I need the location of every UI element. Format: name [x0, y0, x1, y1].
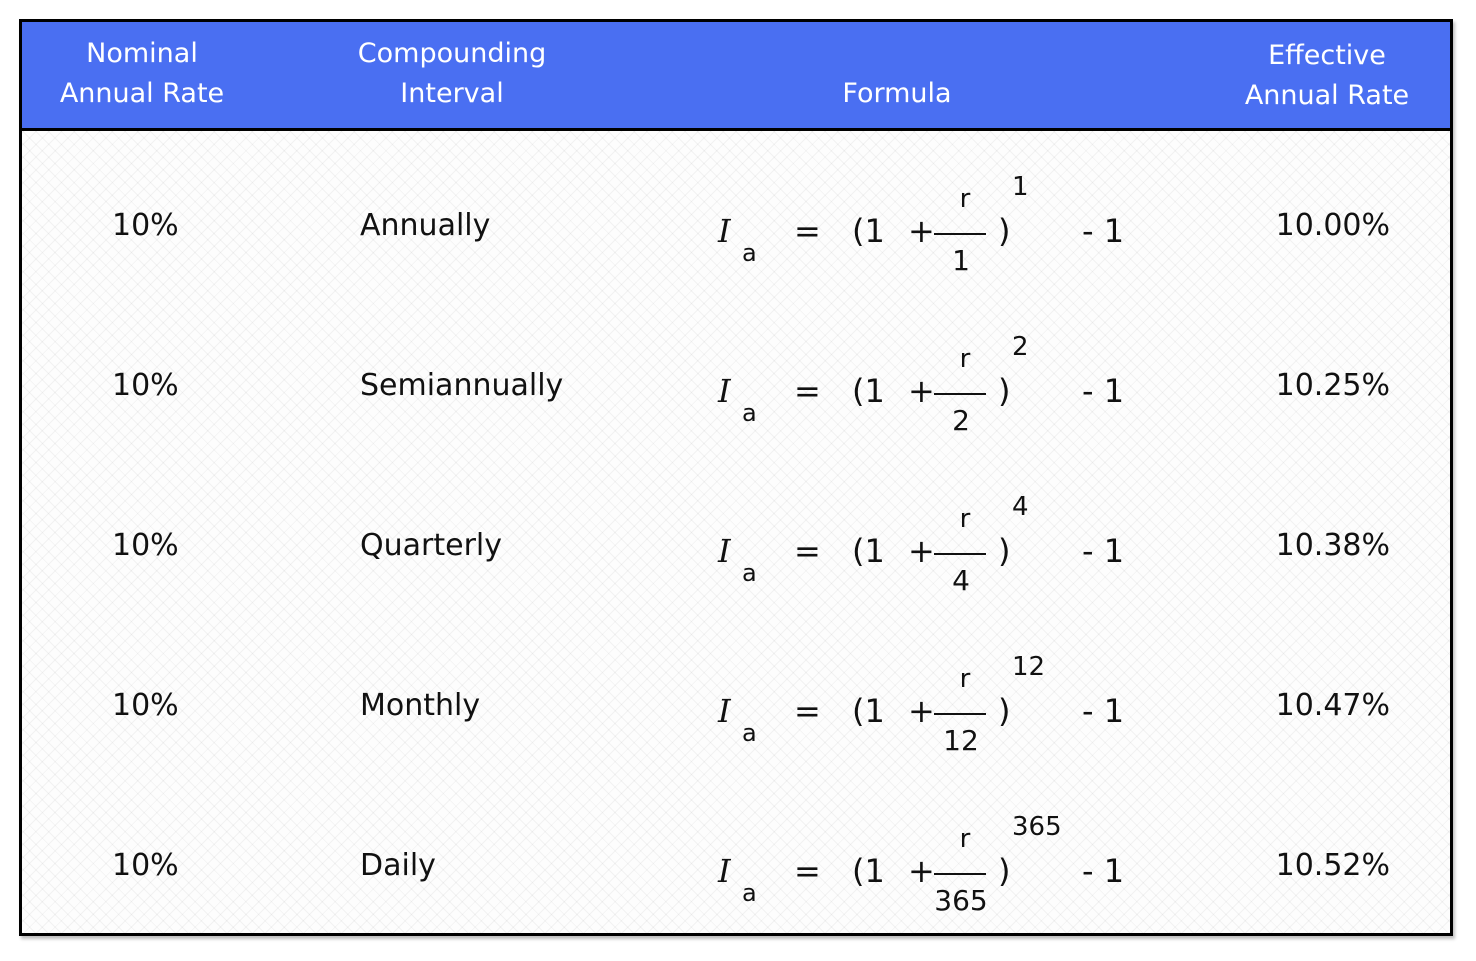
formula-denominator: 2: [952, 404, 970, 437]
header-text: Annual Rate: [59, 78, 225, 109]
formula-lhs: I: [718, 692, 731, 730]
compounding-table: Nominal Annual Rate Compounding Interval…: [19, 19, 1453, 936]
effective-rate: 10.52%: [1275, 848, 1390, 883]
formula-numerator: r: [959, 184, 971, 214]
formula-lhs-subscript: a: [742, 559, 757, 587]
compounding-interval: Semiannually: [360, 368, 564, 403]
header-formula: Formula: [782, 74, 1012, 114]
formula-open-paren: (1: [852, 532, 885, 570]
header-text: Annual Rate: [1244, 80, 1410, 111]
formula-close-paren: ): [998, 372, 1011, 410]
header-effective-rate: Effective Annual Rate: [1212, 36, 1442, 116]
formula-numerator: r: [959, 824, 971, 854]
formula-lhs-subscript: a: [742, 239, 757, 267]
formula-equals: =: [794, 372, 821, 410]
formula-denominator: 365: [934, 884, 988, 917]
header-compounding-interval: Compounding Interval: [342, 34, 562, 114]
formula-lhs-subscript: a: [742, 879, 757, 907]
formula-exponent: 12: [1012, 652, 1046, 682]
formula-exponent: 2: [1012, 332, 1029, 362]
formula-minus-one: - 1: [1082, 212, 1125, 250]
formula: I a = (1 + r 4 ) 4 - 1: [712, 473, 1152, 633]
nominal-rate: 10%: [112, 848, 179, 883]
formula-exponent: 365: [1012, 812, 1062, 842]
table-header: Nominal Annual Rate Compounding Interval…: [22, 22, 1450, 131]
header-text: Effective: [1268, 40, 1386, 71]
nominal-rate: 10%: [112, 208, 179, 243]
formula: I a = (1 + r 2 ) 2 - 1: [712, 313, 1152, 473]
effective-rate: 10.25%: [1275, 368, 1390, 403]
compounding-interval: Daily: [360, 848, 436, 883]
formula-numerator: r: [959, 664, 971, 694]
formula-exponent: 1: [1012, 172, 1029, 202]
nominal-rate: 10%: [112, 368, 179, 403]
header-text: Formula: [842, 78, 952, 109]
formula-close-paren: ): [998, 532, 1011, 570]
formula-lhs-subscript: a: [742, 399, 757, 427]
nominal-rate: 10%: [112, 688, 179, 723]
table-row: 10% Monthly I a = (1 + r 12 ) 12 - 1 10.…: [22, 633, 1450, 793]
effective-rate: 10.38%: [1275, 528, 1390, 563]
header-text: Interval: [400, 78, 504, 109]
header-text: Compounding: [357, 38, 547, 69]
formula-open-paren: (1: [852, 372, 885, 410]
formula-open-paren: (1: [852, 212, 885, 250]
formula-lhs: I: [718, 372, 731, 410]
formula-equals: =: [794, 852, 821, 890]
table-row: 10% Semiannually I a = (1 + r 2 ) 2 - 1 …: [22, 313, 1450, 473]
formula-close-paren: ): [998, 692, 1011, 730]
effective-rate: 10.47%: [1275, 688, 1390, 723]
formula-minus-one: - 1: [1082, 692, 1125, 730]
header-nominal-rate: Nominal Annual Rate: [22, 34, 262, 114]
compounding-interval: Annually: [360, 208, 491, 243]
fraction-bar: [934, 233, 986, 235]
formula-numerator: r: [959, 504, 971, 534]
formula-equals: =: [794, 532, 821, 570]
formula-open-paren: (1: [852, 692, 885, 730]
formula-exponent: 4: [1012, 492, 1029, 522]
formula-equals: =: [794, 692, 821, 730]
formula-lhs-subscript: a: [742, 719, 757, 747]
formula-minus-one: - 1: [1082, 372, 1125, 410]
compounding-interval: Monthly: [360, 688, 481, 723]
formula: I a = (1 + r 1 ) 1 - 1: [712, 153, 1152, 313]
formula-lhs: I: [718, 212, 731, 250]
formula-lhs: I: [718, 532, 731, 570]
formula-open-paren: (1: [852, 852, 885, 890]
effective-rate: 10.00%: [1275, 208, 1390, 243]
table-row: 10% Quarterly I a = (1 + r 4 ) 4 - 1 10.…: [22, 473, 1450, 633]
fraction-bar: [934, 393, 986, 395]
formula-minus-one: - 1: [1082, 852, 1125, 890]
formula-close-paren: ): [998, 212, 1011, 250]
formula: I a = (1 + r 365 ) 365 - 1: [712, 793, 1152, 953]
compounding-interval: Quarterly: [360, 528, 502, 563]
formula-close-paren: ): [998, 852, 1011, 890]
formula-equals: =: [794, 212, 821, 250]
formula-denominator: 12: [943, 724, 979, 757]
formula-numerator: r: [959, 344, 971, 374]
header-text: Nominal: [86, 38, 198, 69]
formula: I a = (1 + r 12 ) 12 - 1: [712, 633, 1152, 793]
table-row: 10% Annually I a = (1 + r 1 ) 1 - 1 10.0…: [22, 153, 1450, 313]
table-row: 10% Daily I a = (1 + r 365 ) 365 - 1 10.…: [22, 793, 1450, 953]
formula-denominator: 1: [952, 244, 970, 277]
fraction-bar: [934, 553, 986, 555]
formula-denominator: 4: [952, 564, 970, 597]
formula-lhs: I: [718, 852, 731, 890]
nominal-rate: 10%: [112, 528, 179, 563]
fraction-bar: [934, 873, 986, 875]
fraction-bar: [934, 713, 986, 715]
formula-minus-one: - 1: [1082, 532, 1125, 570]
